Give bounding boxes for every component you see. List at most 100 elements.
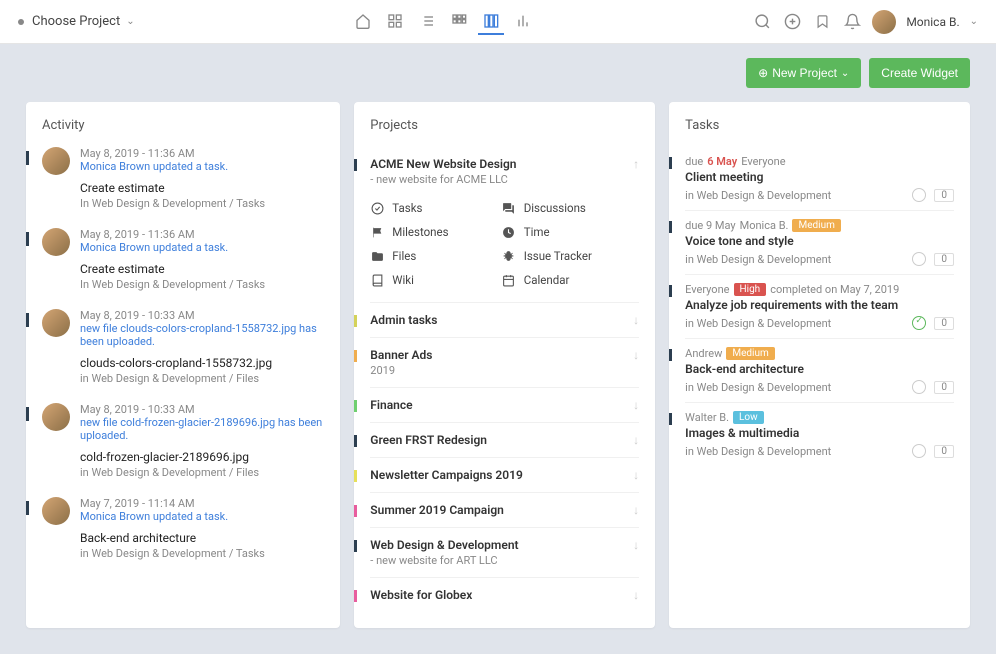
view-grid2-icon[interactable] [446,9,472,35]
activity-action-link[interactable]: new file clouds-colors-cropland-1558732.… [80,322,324,348]
project-name: Newsletter Campaigns 2019 [370,468,633,482]
project-toggle-icon[interactable]: ↓ [633,503,639,517]
tool-label: Time [524,225,550,239]
bell-icon[interactable] [842,12,862,32]
project-toggle-icon[interactable]: ↓ [633,313,639,327]
task-badges: 0 [912,252,954,266]
bookmark-icon[interactable] [812,12,832,32]
project-item[interactable]: Admin tasks ↓ [370,303,639,338]
project-selector[interactable]: Choose Project ⌄ [32,14,135,29]
project-item[interactable]: Newsletter Campaigns 2019 ↓ [370,458,639,493]
task-color-bar [669,349,672,361]
tool-calendar[interactable]: Calendar [502,268,633,292]
task-item[interactable]: due 9 May Monica B. Medium Voice tone an… [685,211,954,275]
view-grid-icon[interactable] [382,9,408,35]
user-avatar[interactable] [872,10,896,34]
search-icon[interactable] [752,12,772,32]
tool-discussions[interactable]: Discussions [502,196,633,220]
task-item[interactable]: Everyone High completed on May 7, 2019 A… [685,275,954,339]
project-name: Finance [370,398,633,412]
project-name: Admin tasks [370,313,633,327]
bug-icon [502,250,516,263]
project-color-bar [354,315,357,327]
task-item[interactable]: Walter B. Low Images & multimedia in Web… [685,403,954,466]
activity-action-link[interactable]: Monica Brown updated a task. [80,510,324,523]
activity-action-link[interactable]: new file cold-frozen-glacier-2189696.jpg… [80,416,324,442]
project-tools: TasksDiscussionsMilestones Time FilesIssue… [370,196,633,292]
view-home-icon[interactable] [350,9,376,35]
view-switcher [350,9,536,35]
task-title: Images & multimedia [685,426,954,440]
activity-bar [26,151,29,165]
project-item[interactable]: ACME New Website Design - new website fo… [370,147,639,303]
tool-wiki[interactable]: Wiki [370,268,501,292]
project-toggle-icon[interactable]: ↑ [633,157,639,171]
activity-bar [26,501,29,515]
plus-icon: ⊕ [758,66,768,80]
task-assignee: Walter B. [685,411,729,424]
activity-action-link[interactable]: Monica Brown updated a task. [80,241,324,254]
activity-item-meta: In Web Design & Development / Tasks [80,278,324,291]
activity-list: May 8, 2019 - 11:36 AM Monica Brown upda… [42,147,324,560]
project-color-bar [354,159,357,171]
project-toggle-icon[interactable]: ↓ [633,398,639,412]
task-badges: 0 [912,444,954,458]
activity-time: May 8, 2019 - 11:36 AM [80,228,324,241]
project-name: Web Design & Development [370,538,633,552]
view-chart-icon[interactable] [510,9,536,35]
activity-avatar[interactable] [42,228,70,256]
task-item[interactable]: due 6 May Everyone Client meeting in Web… [685,147,954,211]
tool-issue-tracker[interactable]: Issue Tracker [502,244,633,268]
tool-time[interactable]: Time [502,220,633,244]
task-meta: due 9 May Monica B. Medium [685,219,954,232]
task-status-icon[interactable] [912,188,926,202]
project-info: Admin tasks [370,313,633,327]
add-icon[interactable] [782,12,802,32]
create-widget-button[interactable]: Create Widget [869,58,970,88]
view-columns-icon[interactable] [478,9,504,35]
project-item[interactable]: Website for Globex ↓ [370,578,639,612]
priority-badge: High [734,283,767,296]
task-status-icon[interactable] [912,380,926,394]
priority-badge: Low [733,411,764,424]
task-status-icon[interactable] [912,252,926,266]
activity-avatar[interactable] [42,147,70,175]
activity-avatar[interactable] [42,309,70,337]
topbar: Choose Project ⌄ Monica B. ⌄ [0,0,996,44]
activity-action-link[interactable]: Monica Brown updated a task. [80,160,324,173]
new-project-button[interactable]: ⊕ New Project ⌄ [746,58,861,88]
project-toggle-icon[interactable]: ↓ [633,348,639,362]
tool-files[interactable]: Files [370,244,501,268]
project-item[interactable]: Summer 2019 Campaign ↓ [370,493,639,528]
task-location: in Web Design & Development [685,317,831,330]
task-status-icon[interactable] [912,444,926,458]
tool-tasks[interactable]: Tasks [370,196,501,220]
task-title: Back-end architecture [685,362,954,376]
activity-avatar[interactable] [42,403,70,431]
user-chevron-icon[interactable]: ⌄ [970,16,978,27]
activity-avatar[interactable] [42,497,70,525]
project-color-bar [354,540,357,552]
project-toggle-icon[interactable]: ↓ [633,468,639,482]
project-name: Website for Globex [370,588,633,602]
task-count: 0 [934,445,954,458]
project-item[interactable]: Green FRST Redesign ↓ [370,423,639,458]
task-assignee: Andrew [685,347,722,360]
project-toggle-icon[interactable]: ↓ [633,433,639,447]
project-item[interactable]: Web Design & Development - new website f… [370,528,639,578]
project-toggle-icon[interactable]: ↓ [633,588,639,602]
project-info: Newsletter Campaigns 2019 [370,468,633,482]
topbar-right: Monica B. ⌄ [752,10,978,34]
project-name: Green FRST Redesign [370,433,633,447]
activity-item: May 8, 2019 - 11:36 AM Monica Brown upda… [42,228,324,291]
project-item[interactable]: Banner Ads 2019 ↓ [370,338,639,388]
project-toggle-icon[interactable]: ↓ [633,538,639,552]
task-title: Client meeting [685,170,954,184]
tool-milestones[interactable]: Milestones [370,220,501,244]
project-item[interactable]: Finance ↓ [370,388,639,423]
task-color-bar [669,413,672,425]
task-color-bar [669,157,672,169]
task-status-icon[interactable] [912,316,926,330]
view-list-icon[interactable] [414,9,440,35]
task-item[interactable]: Andrew Medium Back-end architecture in W… [685,339,954,403]
